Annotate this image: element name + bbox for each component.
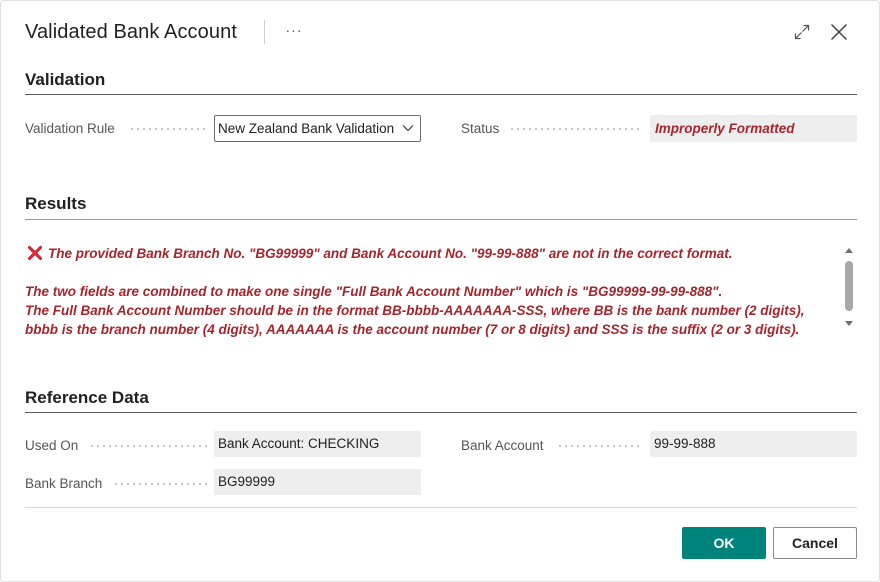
scroll-up-icon[interactable] — [844, 246, 854, 254]
error-x-icon — [28, 246, 42, 260]
chevron-down-icon — [402, 125, 414, 132]
validation-rule-leader — [129, 128, 207, 130]
validation-section-title: Validation — [25, 70, 106, 89]
ok-button[interactable]: OK — [682, 527, 766, 559]
bank-account-value: 99-99-888 — [650, 431, 857, 457]
scroll-down-icon[interactable] — [844, 320, 854, 328]
validation-section-rule — [25, 94, 857, 95]
validation-rule-select[interactable]: New Zealand Bank Validation — [214, 115, 421, 142]
status-leader — [509, 128, 643, 130]
used-on-value: Bank Account: CHECKING — [214, 431, 421, 457]
bank-account-leader — [557, 445, 643, 447]
reference-section-title: Reference Data — [25, 388, 149, 407]
result-detail-line: bbbb is the branch number (4 digits), AA… — [25, 322, 800, 337]
expand-icon — [794, 24, 810, 40]
validated-bank-account-dialog: Validated Bank Account ··· Validation Va… — [0, 0, 880, 582]
used-on-label: Used On — [25, 438, 79, 453]
reference-section-rule — [25, 412, 857, 413]
result-detail-line: The two fields are combined to make one … — [25, 284, 723, 299]
close-button[interactable] — [829, 22, 849, 42]
title-separator — [264, 20, 265, 44]
more-options-button[interactable]: ··· — [284, 23, 304, 41]
result-detail-line: The Full Bank Account Number should be i… — [25, 303, 805, 318]
bank-branch-leader — [113, 483, 207, 485]
status-label: Status — [461, 121, 500, 136]
dialog-title: Validated Bank Account — [25, 21, 237, 43]
expand-button[interactable] — [793, 23, 811, 41]
results-scrollbar-thumb[interactable] — [845, 261, 853, 311]
used-on-leader — [89, 445, 207, 447]
more-icon: ··· — [285, 22, 303, 38]
validation-rule-label: Validation Rule — [25, 121, 115, 136]
bank-account-label: Bank Account — [461, 438, 544, 453]
bank-branch-label: Bank Branch — [25, 476, 103, 491]
results-content: The provided Bank Branch No. "BG99999" a… — [25, 241, 835, 341]
bank-branch-value: BG99999 — [214, 469, 421, 495]
status-value: Improperly Formatted — [650, 115, 857, 142]
results-section-title: Results — [25, 194, 87, 213]
footer-separator — [25, 507, 857, 508]
results-section-rule — [25, 219, 857, 220]
close-icon — [830, 23, 848, 41]
error-message: The provided Bank Branch No. "BG99999" a… — [48, 246, 733, 261]
validation-rule-value: New Zealand Bank Validation — [218, 121, 395, 136]
cancel-button[interactable]: Cancel — [773, 527, 857, 559]
